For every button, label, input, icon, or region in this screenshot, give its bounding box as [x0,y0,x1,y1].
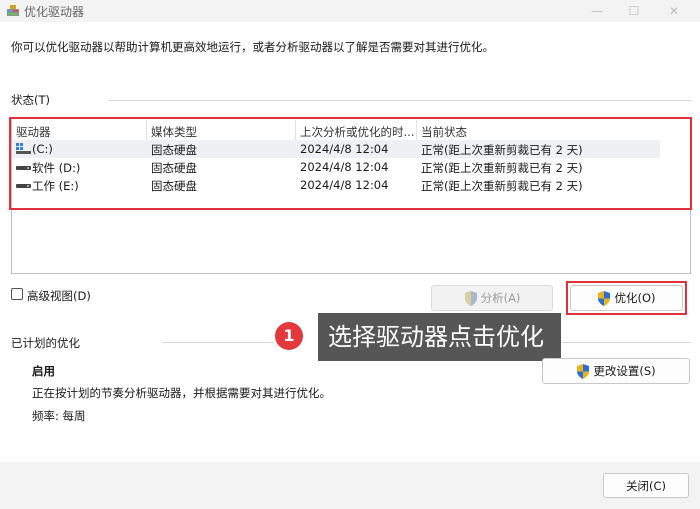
step-number-badge: 1 [275,322,303,350]
drive-last-run: 2024/4/8 12:04 [300,142,389,156]
uac-shield-icon [577,363,590,379]
drive-row-d[interactable]: 软件 (D:) 固态硬盘 2024/4/8 12:04 正常(距上次重新剪裁已有… [12,158,660,176]
close-label: 关闭(C) [625,478,666,493]
uac-shield-icon [464,290,477,306]
column-separator [295,120,296,140]
drive-last-run: 2024/4/8 12:04 [300,178,389,192]
change-settings-label: 更改设置(S) [593,364,656,378]
scheduled-optimization-label: 已计划的优化 [11,336,80,350]
windows-drive-icon [16,143,31,154]
instruction-callout: 选择驱动器点击优化 [318,313,561,361]
close-window-button[interactable]: ✕ [665,2,683,20]
window-title: 优化驱动器 [24,5,85,19]
column-header-last-run[interactable]: 上次分析或优化的时... [300,124,414,140]
drive-current-status: 正常(距上次重新剪裁已有 2 天) [421,161,583,175]
drive-icon [16,166,31,170]
analyze-button[interactable]: 分析(A) [431,285,553,311]
drive-row-e[interactable]: 工作 (E:) 固态硬盘 2024/4/8 12:04 正常(距上次重新剪裁已有… [12,176,660,194]
analyze-label: 分析(A) [480,291,521,305]
description-text: 你可以优化驱动器以帮助计算机更高效地运行，或者分析驱动器以了解是否需要对其进行优… [11,40,494,54]
minimize-button[interactable]: — [588,2,606,20]
drive-current-status: 正常(距上次重新剪裁已有 2 天) [421,143,583,157]
close-button[interactable]: 关闭(C) [603,473,689,498]
status-label: 状态(T) [11,93,50,107]
uac-shield-icon [598,290,611,306]
advanced-view-label[interactable]: 高级视图(D) [27,288,91,304]
column-separator [416,120,417,140]
defrag-app-icon [7,5,19,16]
schedule-state: 启用 [32,364,55,378]
optimize-button[interactable]: 优化(O) [570,285,683,311]
status-divider [108,100,691,101]
drive-media-type: 固态硬盘 [151,179,197,193]
schedule-description: 正在按计划的节奏分析驱动器，并根据需要对其进行优化。 [32,386,331,400]
scheduled-divider [162,342,274,343]
drive-name: 工作 (E:) [32,179,79,193]
drive-name: 软件 (D:) [32,161,81,175]
column-header-media-type[interactable]: 媒体类型 [151,124,197,140]
schedule-frequency: 频率: 每周 [32,409,86,423]
drive-icon [16,184,31,188]
drive-name: (C:) [32,142,53,156]
change-settings-button[interactable]: 更改设置(S) [542,358,690,384]
footer-bar [0,462,700,509]
column-header-current-status[interactable]: 当前状态 [421,124,467,140]
advanced-view-checkbox[interactable] [11,288,23,300]
column-separator [146,120,147,140]
column-header-drive[interactable]: 驱动器 [16,124,51,140]
drive-current-status: 正常(距上次重新剪裁已有 2 天) [421,179,583,193]
drive-media-type: 固态硬盘 [151,143,197,157]
scheduled-divider [562,342,691,343]
drive-media-type: 固态硬盘 [151,161,197,175]
optimize-label: 优化(O) [614,291,656,305]
drive-row-c[interactable]: (C:) 固态硬盘 2024/4/8 12:04 正常(距上次重新剪裁已有 2 … [12,140,660,158]
drive-last-run: 2024/4/8 12:04 [300,160,389,174]
maximize-button[interactable]: ☐ [625,2,643,20]
title-bar: 优化驱动器 — ☐ ✕ [0,0,700,22]
